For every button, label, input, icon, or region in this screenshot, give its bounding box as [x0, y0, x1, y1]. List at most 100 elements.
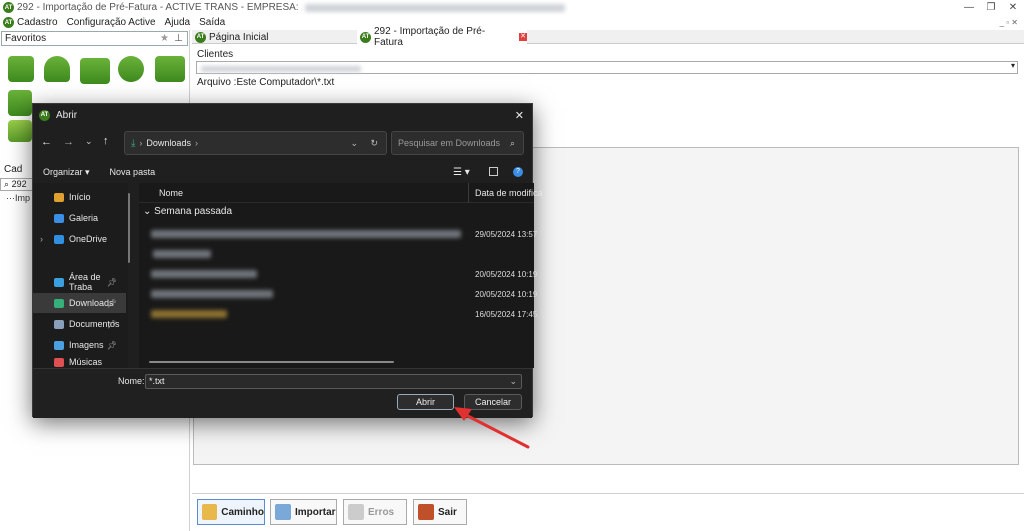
redacted-filename [151, 310, 227, 318]
download-icon: ⤓ [131, 137, 136, 149]
minimize-icon[interactable]: — [958, 2, 980, 13]
truck-tile-icon[interactable] [80, 58, 110, 84]
horizontal-scrollbar[interactable] [149, 361, 394, 363]
command-bar: Organizar ▾ Nova pasta ☰ ▾ ? [33, 162, 532, 182]
expand-chevron-icon[interactable]: › [40, 234, 43, 244]
sidebar-label: Galeria [69, 213, 99, 223]
recent-dropdown-icon[interactable]: ⌄ [85, 136, 93, 147]
filename-value: *.txt [149, 376, 165, 386]
tab-pagina-inicial[interactable]: AT Página Inicial [192, 30, 357, 44]
pin-icon[interactable]: 📌︎ [107, 341, 117, 350]
forward-arrow-icon[interactable]: → [63, 136, 74, 148]
file-row[interactable]: 29/05/2024 13:57 [139, 224, 538, 244]
download-icon [54, 298, 64, 308]
star-icon[interactable]: ★ [160, 32, 169, 45]
address-bar[interactable]: ⤓ › Downloads › ⌄ ↻ [124, 131, 387, 155]
pin-icon[interactable]: 📌︎ [107, 320, 117, 329]
magnifier-icon: ⌕ [4, 179, 10, 189]
sidebar-item-inicio[interactable]: Início [33, 187, 126, 207]
column-date[interactable]: Data de modifica [475, 188, 543, 198]
collapse-chevron-icon[interactable]: ⌄ [143, 206, 151, 217]
group-header[interactable]: ⌄ Semana passada [143, 206, 232, 217]
address-dropdown-icon[interactable]: ⌄ [350, 138, 358, 149]
back-arrow-icon[interactable]: ← [41, 136, 52, 148]
restore-icon[interactable]: ❐ [980, 2, 1002, 13]
close-tab-icon[interactable]: ✕ [519, 33, 527, 41]
up-arrow-icon[interactable]: ↑ [103, 135, 109, 147]
caminho-label: Caminho [221, 506, 264, 518]
row-date: 29/05/2024 13:57 [475, 230, 538, 239]
favorites-box[interactable]: Favoritos ★ ⊥ [1, 31, 188, 46]
chevron-down-icon[interactable]: ▾ [1011, 61, 1015, 70]
row-date: 20/05/2024 10:19 [475, 270, 538, 279]
row-date: 20/05/2024 10:19 [475, 290, 538, 299]
chart-tile-icon[interactable] [8, 120, 32, 142]
sair-button[interactable]: Sair [413, 499, 467, 525]
filename-input[interactable]: *.txt ⌄ [145, 374, 522, 389]
new-folder-button[interactable]: Nova pasta [110, 167, 156, 177]
view-list-icon[interactable]: ☰ ▾ [453, 167, 470, 178]
pin-icon[interactable]: 📌︎ [107, 299, 117, 308]
delivery-tile-icon[interactable] [8, 90, 32, 116]
breadcrumb-chevron-icon: › [139, 138, 143, 148]
column-header: Nome Data de modifica [139, 183, 543, 203]
redacted-company [304, 3, 565, 12]
sidebar-item-onedrive[interactable]: › OneDrive [33, 229, 126, 249]
pin-icon[interactable]: ⊥ [174, 32, 183, 45]
file-row[interactable]: 20/05/2024 10:19 [139, 264, 538, 284]
sidebar-item-downloads[interactable]: Downloads 📌︎ [33, 293, 126, 313]
menu-saida[interactable]: Saída [199, 17, 225, 28]
tree-item[interactable]: ···Imp [6, 193, 30, 203]
mdi-controls[interactable]: _ ▫ ✕ [1000, 18, 1018, 27]
organize-menu[interactable]: Organizar ▾ [43, 167, 90, 178]
arquivo-field: Arquivo :Este Computador\*.txt [197, 77, 334, 88]
redacted-filename [151, 290, 273, 298]
onedrive-icon [54, 234, 64, 244]
sidebar-item-imagens[interactable]: Imagens 📌︎ [33, 335, 126, 355]
pin-icon[interactable]: 📌︎ [107, 278, 117, 287]
dialog-close-icon[interactable]: ✕ [515, 109, 524, 122]
add-user-tile-icon[interactable] [8, 56, 34, 82]
sidebar-item-galeria[interactable]: Galeria [33, 208, 126, 228]
person-tile-icon[interactable] [44, 56, 70, 82]
clientes-select[interactable]: ▾ [196, 61, 1018, 74]
file-row[interactable] [139, 244, 534, 264]
app-logo-icon: AT [3, 2, 14, 13]
menu-ajuda[interactable]: Ajuda [165, 17, 191, 28]
sidebar-scrollbar[interactable] [128, 193, 130, 263]
file-row[interactable]: 16/05/2024 17:45 [139, 304, 537, 324]
error-x-icon [348, 504, 364, 520]
sidebar-label: Músicas [69, 357, 103, 367]
close-icon[interactable]: ✕ [1002, 2, 1024, 13]
search-input[interactable]: Pesquisar em Downloads ⌕ [391, 131, 524, 155]
redacted-filename [153, 250, 211, 258]
refresh-icon[interactable]: ↻ [370, 138, 378, 149]
importar-button[interactable]: Importar [270, 499, 337, 525]
arquivo-value: Este Computador\*.txt [236, 77, 335, 88]
import-icon [275, 504, 291, 520]
sidebar-item-musicas[interactable]: Músicas [33, 356, 126, 368]
column-name[interactable]: Nome [159, 188, 183, 198]
menu-cadastro[interactable]: Cadastro [17, 17, 58, 28]
sair-label: Sair [438, 506, 457, 518]
filename-dropdown-icon[interactable]: ⌄ [509, 375, 517, 388]
file-row[interactable]: 20/05/2024 10:19 [139, 284, 538, 304]
erros-button[interactable]: Erros [343, 499, 407, 525]
documents-icon [54, 319, 64, 329]
sidebar-item-area-de-trabalho[interactable]: Área de Traba 📌︎ [33, 272, 126, 292]
folder-icon [202, 504, 218, 520]
favorites-label: Favoritos [5, 33, 47, 44]
preview-pane-icon[interactable] [489, 167, 498, 176]
sidebar-item-documentos[interactable]: Documentos 📌︎ [33, 314, 126, 334]
help-icon[interactable]: ? [513, 167, 523, 177]
caminho-button[interactable]: Caminho [197, 499, 265, 525]
arquivo-label: Arquivo : [197, 77, 237, 88]
menu-bar: AT Cadastro Configuração Active Ajuda Sa… [0, 15, 1024, 30]
breadcrumb-downloads[interactable]: Downloads [146, 138, 191, 148]
wheel-tile-icon[interactable] [118, 56, 144, 82]
menu-configuracao[interactable]: Configuração Active [67, 17, 156, 28]
tab-importacao[interactable]: AT 292 - Importação de Pré-Fatura ✕ [357, 26, 527, 48]
search-icon: ⌕ [509, 137, 515, 148]
bus-tile-icon[interactable] [155, 56, 185, 82]
tab-label: 292 - Importação de Pré-Fatura [374, 26, 486, 48]
